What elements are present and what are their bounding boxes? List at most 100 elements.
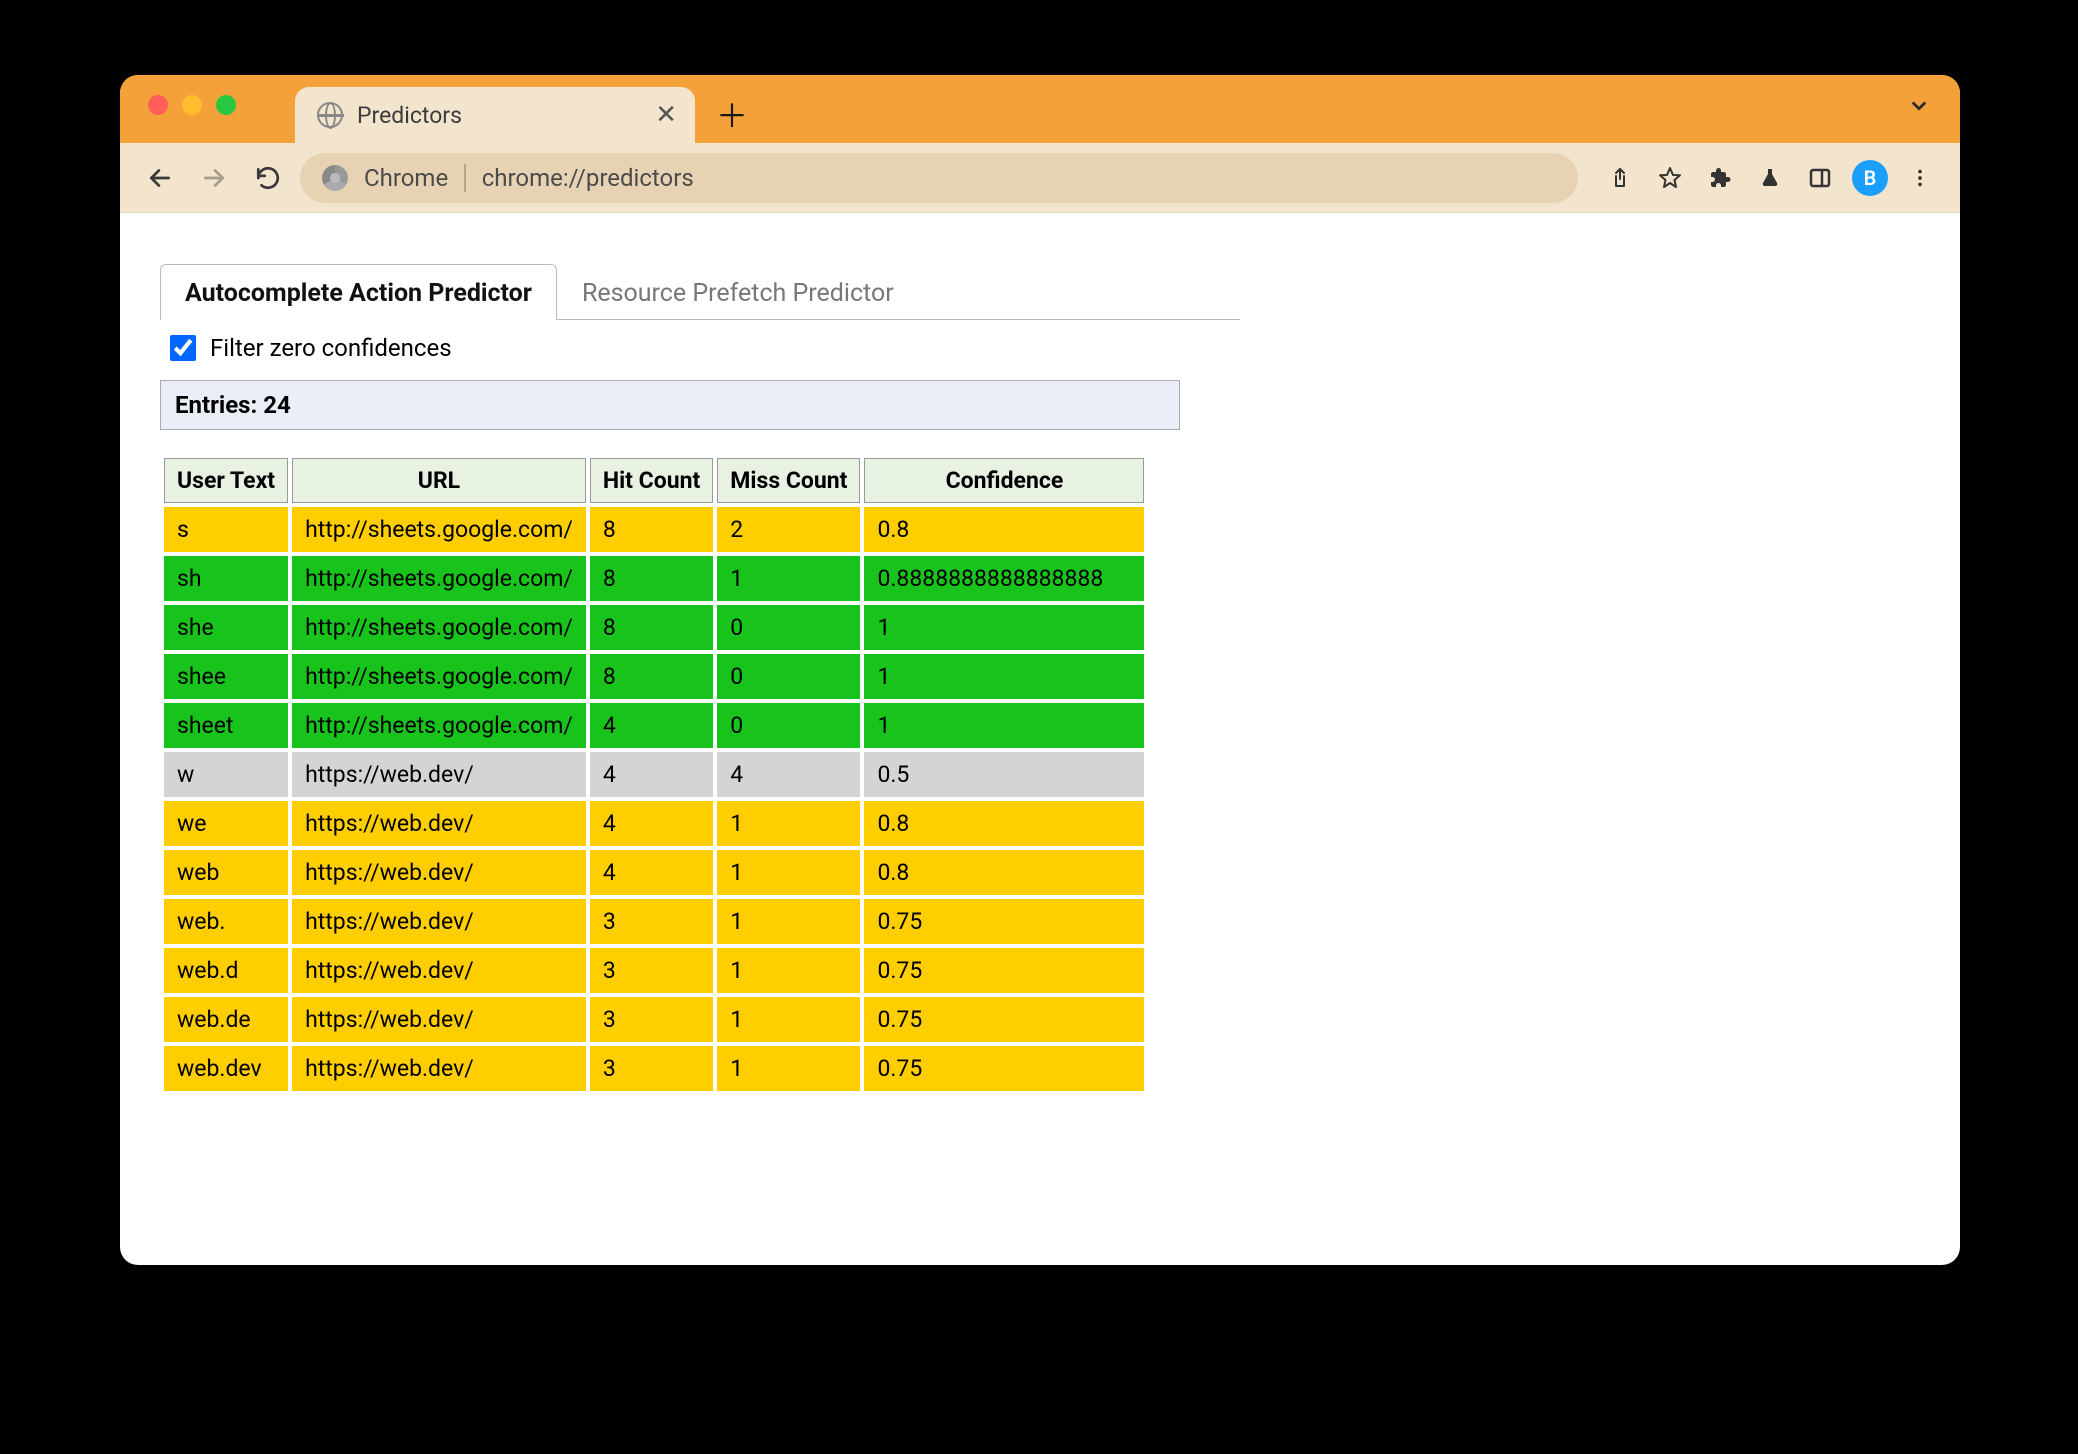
table-row: shhttp://sheets.google.com/810.888888888…: [164, 556, 1144, 601]
table-row: webhttps://web.dev/410.8: [164, 850, 1144, 895]
cell-url: https://web.dev/: [292, 948, 586, 993]
cell-miss: 1: [717, 948, 860, 993]
window-minimize-button[interactable]: [182, 95, 202, 115]
filter-zero-confidence-checkbox[interactable]: [170, 335, 196, 361]
back-button[interactable]: [138, 156, 182, 200]
cell-user-text: we: [164, 801, 288, 846]
col-miss-count[interactable]: Miss Count: [717, 458, 860, 503]
avatar: B: [1852, 160, 1888, 196]
tab-resource-prefetch-predictor[interactable]: Resource Prefetch Predictor: [557, 264, 919, 320]
cell-conf: 0.8: [864, 507, 1144, 552]
cell-conf: 0.75: [864, 997, 1144, 1042]
filter-label: Filter zero confidences: [210, 334, 452, 362]
forward-button[interactable]: [192, 156, 236, 200]
tab-list-chevron-icon[interactable]: [1908, 95, 1930, 117]
cell-hit: 4: [590, 850, 713, 895]
tab-strip: Predictors ✕ ＋: [120, 75, 1960, 143]
labs-flask-icon[interactable]: [1748, 156, 1792, 200]
table-row: shehttp://sheets.google.com/801: [164, 605, 1144, 650]
cell-hit: 8: [590, 507, 713, 552]
table-row: web.dhttps://web.dev/310.75: [164, 948, 1144, 993]
table-row: whttps://web.dev/440.5: [164, 752, 1144, 797]
cell-miss: 1: [717, 899, 860, 944]
cell-url: https://web.dev/: [292, 899, 586, 944]
bookmark-star-icon[interactable]: [1648, 156, 1692, 200]
chrome-icon: [322, 165, 348, 191]
table-header-row: User Text URL Hit Count Miss Count Confi…: [164, 458, 1144, 503]
cell-conf: 1: [864, 605, 1144, 650]
sub-tabs: Autocomplete Action Predictor Resource P…: [160, 263, 1240, 320]
col-confidence[interactable]: Confidence: [864, 458, 1144, 503]
cell-conf: 0.75: [864, 1046, 1144, 1091]
overflow-menu-icon[interactable]: [1898, 156, 1942, 200]
cell-url: http://sheets.google.com/: [292, 556, 586, 601]
cell-conf: 0.8: [864, 850, 1144, 895]
table-row: web.https://web.dev/310.75: [164, 899, 1144, 944]
cell-hit: 8: [590, 654, 713, 699]
cell-url: https://web.dev/: [292, 1046, 586, 1091]
table-row: web.dehttps://web.dev/310.75: [164, 997, 1144, 1042]
cell-hit: 3: [590, 899, 713, 944]
window-close-button[interactable]: [148, 95, 168, 115]
address-url: chrome://predictors: [482, 164, 694, 192]
col-user-text[interactable]: User Text: [164, 458, 288, 503]
cell-conf: 1: [864, 703, 1144, 748]
cell-conf: 0.5: [864, 752, 1144, 797]
close-tab-icon[interactable]: ✕: [655, 100, 677, 130]
cell-conf: 0.8: [864, 801, 1144, 846]
subtab-label: Autocomplete Action Predictor: [185, 279, 532, 308]
address-bar[interactable]: Chrome chrome://predictors: [300, 153, 1578, 203]
cell-user-text: w: [164, 752, 288, 797]
toolbar-icons: B: [1598, 156, 1942, 200]
cell-hit: 3: [590, 1046, 713, 1091]
browser-tab[interactable]: Predictors ✕: [295, 87, 695, 143]
cell-conf: 0.75: [864, 899, 1144, 944]
cell-hit: 3: [590, 997, 713, 1042]
tab-autocomplete-action-predictor[interactable]: Autocomplete Action Predictor: [160, 264, 557, 320]
cell-url: https://web.dev/: [292, 997, 586, 1042]
table-row: shttp://sheets.google.com/820.8: [164, 507, 1144, 552]
cell-user-text: shee: [164, 654, 288, 699]
cell-miss: 1: [717, 1046, 860, 1091]
cell-miss: 1: [717, 850, 860, 895]
side-panel-icon[interactable]: [1798, 156, 1842, 200]
cell-user-text: sheet: [164, 703, 288, 748]
filter-row: Filter zero confidences: [160, 320, 1920, 380]
cell-url: https://web.dev/: [292, 850, 586, 895]
page-content: Autocomplete Action Predictor Resource P…: [120, 213, 1960, 1145]
table-row: wehttps://web.dev/410.8: [164, 801, 1144, 846]
address-divider: [464, 164, 466, 192]
col-hit-count[interactable]: Hit Count: [590, 458, 713, 503]
reload-button[interactable]: [246, 156, 290, 200]
table-row: web.devhttps://web.dev/310.75: [164, 1046, 1144, 1091]
entries-count-bar: Entries: 24: [160, 380, 1180, 430]
col-url[interactable]: URL: [292, 458, 586, 503]
cell-url: http://sheets.google.com/: [292, 605, 586, 650]
new-tab-button[interactable]: ＋: [707, 89, 757, 139]
globe-icon: [317, 102, 343, 128]
cell-hit: 4: [590, 752, 713, 797]
cell-hit: 8: [590, 605, 713, 650]
cell-user-text: web.de: [164, 997, 288, 1042]
table-row: sheethttp://sheets.google.com/401: [164, 703, 1144, 748]
window-zoom-button[interactable]: [216, 95, 236, 115]
cell-user-text: she: [164, 605, 288, 650]
cell-miss: 1: [717, 556, 860, 601]
cell-user-text: sh: [164, 556, 288, 601]
extensions-puzzle-icon[interactable]: [1698, 156, 1742, 200]
window-controls: [148, 95, 236, 115]
cell-url: https://web.dev/: [292, 801, 586, 846]
cell-url: http://sheets.google.com/: [292, 654, 586, 699]
cell-url: http://sheets.google.com/: [292, 507, 586, 552]
profile-avatar[interactable]: B: [1848, 156, 1892, 200]
cell-hit: 4: [590, 801, 713, 846]
table-row: sheehttp://sheets.google.com/801: [164, 654, 1144, 699]
cell-url: https://web.dev/: [292, 752, 586, 797]
cell-user-text: web.d: [164, 948, 288, 993]
cell-hit: 8: [590, 556, 713, 601]
cell-conf: 1: [864, 654, 1144, 699]
cell-conf: 0.8888888888888888: [864, 556, 1144, 601]
cell-hit: 4: [590, 703, 713, 748]
share-icon[interactable]: [1598, 156, 1642, 200]
tab-title: Predictors: [357, 102, 462, 129]
